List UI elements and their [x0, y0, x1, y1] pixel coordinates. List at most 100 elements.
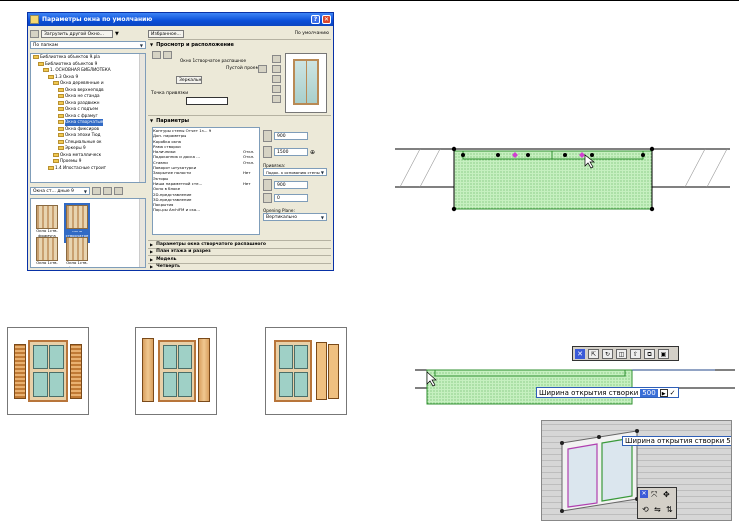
move-icon[interactable]: ⇱ — [588, 348, 599, 359]
parameter-list[interactable]: Контуры стены Отчет 1з... 9 Доп. параметр… — [152, 127, 260, 235]
rotate-icon[interactable]: ⟲ — [642, 505, 649, 514]
empty-opening-toggle[interactable] — [258, 65, 267, 73]
folder-icon — [58, 146, 64, 151]
next-arrow-icon[interactable] — [163, 51, 172, 59]
wall-hatch-right — [684, 148, 728, 188]
render-view-icon[interactable] — [272, 95, 281, 103]
wall-hatch-left — [399, 148, 441, 188]
mirror-button[interactable]: Зеркально — [176, 76, 202, 84]
rotate-icon[interactable]: ↻ — [602, 348, 613, 359]
tracker-value[interactable]: 500 — [640, 388, 658, 397]
window-variant-shutters-plank — [135, 327, 217, 415]
empty-opening-label: Пустой проем — [226, 66, 259, 71]
plan-view-editing[interactable] — [415, 360, 735, 408]
object-thumbnail[interactable]: Окно 1ств. горизонталь — [34, 237, 60, 267]
favorites-button[interactable]: Избранное... — [148, 29, 184, 38]
settings-pane: Избранное... По умолчанию ▼ Просмотр и ра… — [148, 28, 331, 271]
collapsed-section-header[interactable]: ▶ Четверть — [148, 262, 331, 271]
glass-pane — [279, 372, 293, 397]
width-input[interactable]: 900 — [274, 132, 308, 140]
offset-icon — [263, 193, 272, 203]
glass-pane — [49, 372, 64, 397]
thumbnail-image — [66, 237, 88, 261]
default-label: По умолчанию — [294, 31, 329, 36]
pet-palette[interactable]: ✕ ⇱ ↻ ◫ ⇧ ⧉ ▣ — [572, 346, 679, 361]
sash-right — [601, 437, 633, 502]
opening-plane-select[interactable]: Вертикально ▼ — [263, 213, 327, 221]
dialog-title-bar[interactable]: Параметры окна по умолчанию ? ✕ — [28, 13, 333, 26]
subfolder-select[interactable]: Окна ст... дные 9 ▼ — [30, 187, 90, 195]
section-view-icon[interactable] — [272, 65, 281, 73]
close-button[interactable]: ✕ — [322, 15, 331, 24]
chevron-down-icon[interactable]: ▼ — [115, 31, 119, 37]
prev-arrow-icon[interactable] — [152, 51, 161, 59]
axon-view-icon[interactable] — [272, 85, 281, 93]
confirm-icon[interactable]: ✓ — [670, 389, 676, 397]
elevate-icon[interactable]: ⇧ — [630, 348, 641, 359]
window-variant-shutters-louvered — [7, 327, 89, 415]
view-toggle-column — [272, 55, 281, 103]
collapsed-section-header[interactable]: ▶ План этажа и разрез — [148, 247, 331, 256]
list-view-icon[interactable] — [103, 187, 112, 195]
opening-plane-value: Вертикально — [266, 215, 297, 220]
resize-icon[interactable]: ▣ — [658, 348, 669, 359]
help-button[interactable]: ? — [311, 15, 320, 24]
dialog-title: Параметры окна по умолчанию — [42, 16, 153, 23]
right-shutter — [316, 342, 327, 400]
tree-scrollbar[interactable] — [139, 54, 145, 182]
plan-view-window[interactable] — [395, 135, 730, 215]
settings-toolbar: Избранное... По умолчанию — [148, 28, 331, 39]
thumbs-scrollbar[interactable] — [139, 199, 145, 267]
folder-icon — [58, 139, 64, 144]
sill-height-input[interactable]: 900 — [274, 181, 308, 189]
section-title: Четверть — [156, 264, 180, 270]
pet-palette-3d[interactable]: ✕ ⤧ ✥ ⟲ ⇋ ⇅ — [637, 487, 677, 519]
object-thumbnails[interactable]: Окно 1ств. фрамуга внизуОкно створчатое … — [30, 198, 146, 268]
section-title: Модель — [156, 256, 177, 262]
folder-up-icon[interactable] — [92, 187, 101, 195]
close-icon[interactable]: ✕ — [640, 490, 648, 498]
params-section-header[interactable]: ▼ Параметры — [148, 115, 331, 125]
folder-icon — [58, 126, 64, 131]
elevate-icon[interactable]: ⇅ — [666, 505, 673, 514]
tracker-value[interactable]: 500 — [726, 437, 731, 445]
mirror-icon[interactable]: ◫ — [616, 348, 627, 359]
sash-width-tracker[interactable]: Ширина открытия створки 500 ▶ ✓ — [536, 387, 679, 398]
offset-input[interactable]: 0 — [274, 194, 308, 202]
view-mode-icon[interactable] — [30, 29, 39, 38]
folder-icon — [58, 87, 64, 92]
parameter-value[interactable] — [243, 207, 259, 212]
glass-pane — [163, 372, 177, 397]
sash-left — [567, 443, 598, 508]
detail-view-icon[interactable] — [114, 187, 123, 195]
tracker-dropdown[interactable]: ▶ — [659, 388, 668, 397]
anchor-point-selector[interactable] — [186, 97, 228, 105]
preview-section-header[interactable]: ▼ Просмотр и расположение — [148, 39, 331, 49]
anchor-mode-select[interactable]: Подок. к основанию стены ▼ — [263, 168, 327, 176]
elevation-view-icon[interactable] — [272, 75, 281, 83]
tree-node[interactable]: 1.4 Ипостасные строит — [31, 165, 145, 172]
plan-view-icon[interactable] — [272, 55, 281, 63]
sash-width-tracker-3d[interactable]: Ширина открытия створки 500 ▸ — [622, 436, 731, 446]
selection-pattern — [454, 151, 652, 209]
load-other-button[interactable]: Загрузить другой Окно... — [41, 29, 113, 38]
parameter-row[interactable]: Пор-ры ArchiFM и ско... — [153, 207, 259, 212]
close-icon[interactable]: ✕ — [575, 348, 585, 359]
search-scope-select[interactable]: По папкам ▼ — [30, 41, 146, 49]
chevron-down-icon: ▼ — [83, 189, 87, 194]
tracker-label: Ширина открытия створки — [539, 388, 639, 397]
library-tree[interactable]: Библиотека объектов 9.pla Библиотека объе… — [30, 53, 146, 183]
collapsed-section-header[interactable]: ▶ Параметры окна створчатого распашного — [148, 240, 331, 248]
collapsed-section-header[interactable]: ▶ Модель — [148, 255, 331, 263]
height-input[interactable]: 1500 — [274, 148, 308, 156]
mirror-icon[interactable]: ⇋ — [654, 505, 661, 514]
link-icon[interactable]: ⊕ — [310, 149, 315, 156]
params-section: Контуры стены Отчет 1з... 9 Доп. параметр… — [148, 125, 331, 238]
folder-icon — [53, 152, 59, 157]
folder-icon — [48, 165, 54, 170]
move-icon[interactable]: ✥ — [663, 490, 670, 499]
drag-icon[interactable]: ⤧ — [651, 490, 657, 500]
drag-copy-icon[interactable]: ⧉ — [644, 348, 655, 359]
window-tool-icon — [30, 15, 39, 24]
object-thumbnail[interactable]: Окно 1ств. фрамуга вверху — [64, 237, 90, 267]
